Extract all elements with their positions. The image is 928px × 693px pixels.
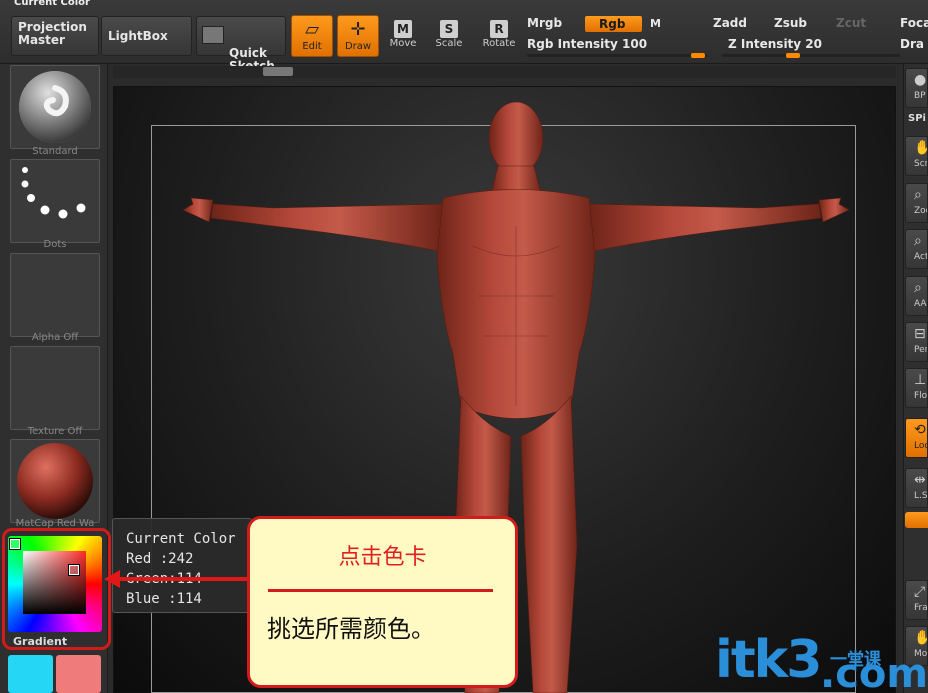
right-item-local[interactable]: ⟲ Loc bbox=[905, 418, 928, 458]
callout-body: 挑选所需颜色。 bbox=[267, 615, 435, 643]
bpr-icon: ● bbox=[914, 72, 927, 88]
right-item-frame[interactable]: ⤢ Fra bbox=[905, 580, 928, 620]
annotation-arrow-head-icon bbox=[104, 570, 120, 588]
matcap-sphere-icon bbox=[17, 443, 93, 519]
projection-master-button[interactable]: Projection Master bbox=[11, 16, 99, 56]
stroke-thumbnail[interactable] bbox=[10, 159, 100, 243]
quick-sketch-button[interactable]: Quick Sketch bbox=[196, 16, 286, 73]
tooltip-title: Current Color bbox=[126, 531, 236, 547]
brush-thumbnail[interactable] bbox=[10, 65, 100, 149]
magnifier-icon: ⌕ bbox=[914, 233, 922, 249]
scale-button[interactable]: S Scale bbox=[432, 18, 466, 49]
right-item-floor[interactable]: ⊥ Flo bbox=[905, 368, 928, 408]
rgb-intensity-knob[interactable] bbox=[691, 53, 705, 58]
gradient-label: Gradient bbox=[13, 635, 68, 648]
stroke-label: Dots bbox=[43, 239, 67, 250]
zcut-toggle[interactable]: Zcut bbox=[836, 16, 866, 30]
rotate-icon: R bbox=[490, 20, 508, 38]
rgb-intensity-label: Rgb Intensity 100 bbox=[527, 37, 648, 51]
right-item-scroll[interactable]: ✋Scr bbox=[905, 136, 928, 176]
symmetry-icon: ⇹ bbox=[914, 472, 926, 488]
picker-highlight-box bbox=[2, 528, 111, 650]
watermark-logo: itk3 bbox=[715, 630, 822, 690]
scale-icon: S bbox=[440, 20, 458, 38]
right-item-persp[interactable]: ⊟ Per bbox=[905, 322, 928, 362]
annotation-arrow-line bbox=[115, 577, 251, 581]
move-icon: M bbox=[394, 20, 412, 38]
edit-button[interactable]: ▱ Edit bbox=[291, 15, 333, 57]
draw-size-label: Dra bbox=[900, 37, 924, 51]
right-item-label: Scr bbox=[914, 159, 928, 169]
frame-icon: ⤢ bbox=[914, 584, 926, 600]
move-label: Move bbox=[389, 38, 417, 49]
rgb-intensity-slider[interactable] bbox=[527, 54, 707, 57]
right-item-label: BP bbox=[914, 91, 926, 101]
magnifier-icon: ⌕ bbox=[914, 187, 922, 203]
right-item-label: L.Sy bbox=[914, 491, 928, 501]
right-item-label: Act bbox=[914, 252, 928, 262]
scale-label: Scale bbox=[435, 38, 463, 49]
standard-brush-icon bbox=[19, 71, 91, 143]
perspective-icon: ⊟ bbox=[914, 326, 926, 342]
right-item-actual[interactable]: ⌕ Act bbox=[905, 229, 928, 269]
right-item-spix[interactable]: SPi bbox=[908, 113, 926, 124]
zsub-toggle[interactable]: Zsub bbox=[774, 16, 807, 30]
m-toggle[interactable]: M bbox=[650, 17, 661, 30]
horizontal-scrollbar[interactable] bbox=[113, 66, 896, 78]
current-color-tooltip: Current Color Red :242 Green:114 Blue :1… bbox=[112, 518, 252, 613]
right-item-zoom[interactable]: ⌕ Zoo bbox=[905, 183, 928, 223]
right-item-label: Flo bbox=[914, 391, 928, 401]
hand-icon: ✋ bbox=[914, 137, 927, 159]
rotate-label: Rotate bbox=[482, 38, 516, 49]
brush-label: Standard bbox=[32, 146, 78, 157]
texture-label: Texture Off bbox=[27, 426, 83, 437]
z-intensity-knob[interactable] bbox=[786, 53, 800, 58]
magnifier-icon: ⌕ bbox=[914, 280, 922, 296]
mrgb-toggle[interactable]: Mrgb bbox=[527, 16, 562, 30]
tooltip-red: Red :242 bbox=[126, 551, 194, 567]
right-item-label: Fra bbox=[914, 603, 928, 613]
right-item-label: AAH bbox=[914, 299, 927, 309]
material-thumbnail[interactable] bbox=[10, 439, 100, 523]
alpha-label: Alpha Off bbox=[31, 332, 79, 343]
callout-title: 点击色卡 bbox=[338, 545, 427, 570]
lightbox-button[interactable]: LightBox bbox=[101, 16, 192, 56]
draw-label: Draw bbox=[344, 41, 372, 52]
tooltip-blue: Blue :114 bbox=[126, 591, 202, 607]
right-item-bpr[interactable]: ● BP bbox=[905, 68, 928, 108]
rgb-toggle[interactable]: Rgb bbox=[585, 16, 642, 32]
sketch-icon bbox=[202, 26, 224, 44]
annotation-callout: 点击色卡 挑选所需颜色。 bbox=[247, 516, 518, 688]
palette-title: Current Color bbox=[14, 0, 90, 8]
focal-shift-label[interactable]: Foca bbox=[900, 16, 928, 30]
draw-icon: ✛ bbox=[350, 19, 366, 40]
right-item-label: Zoo bbox=[914, 206, 927, 216]
rotate-button[interactable]: R Rotate bbox=[480, 18, 518, 49]
right-item-label: Loc bbox=[914, 441, 928, 451]
xyz-toggle[interactable] bbox=[905, 512, 928, 528]
edit-label: Edit bbox=[302, 41, 322, 52]
edit-icon: ▱ bbox=[305, 19, 319, 40]
texture-thumbnail[interactable] bbox=[10, 346, 100, 430]
callout-divider bbox=[268, 589, 493, 592]
watermark-sub: 一堂课 bbox=[830, 650, 881, 670]
hand-icon: ✋ bbox=[914, 627, 927, 649]
top-toolbar: Current Color Projection Master LightBox… bbox=[0, 0, 928, 73]
floor-icon: ⊥ bbox=[914, 372, 927, 388]
z-intensity-slider[interactable] bbox=[722, 54, 900, 57]
alpha-thumbnail[interactable] bbox=[10, 253, 100, 337]
main-color-swatch[interactable] bbox=[8, 655, 53, 693]
right-item-lsym[interactable]: ⇹ L.Sy bbox=[905, 468, 928, 508]
secondary-color-swatch[interactable] bbox=[56, 655, 101, 693]
zadd-toggle[interactable]: Zadd bbox=[713, 16, 747, 30]
local-icon: ⟲ bbox=[914, 422, 926, 438]
draw-button[interactable]: ✛ Draw bbox=[337, 15, 379, 57]
z-intensity-label: Z Intensity 20 bbox=[728, 37, 822, 51]
scrollbar-thumb[interactable] bbox=[263, 67, 293, 76]
right-item-aahalf[interactable]: ⌕ AAH bbox=[905, 276, 928, 316]
right-item-label: Per bbox=[914, 345, 928, 355]
move-button[interactable]: M Move bbox=[386, 18, 420, 49]
dots-stroke-icon bbox=[21, 167, 86, 219]
